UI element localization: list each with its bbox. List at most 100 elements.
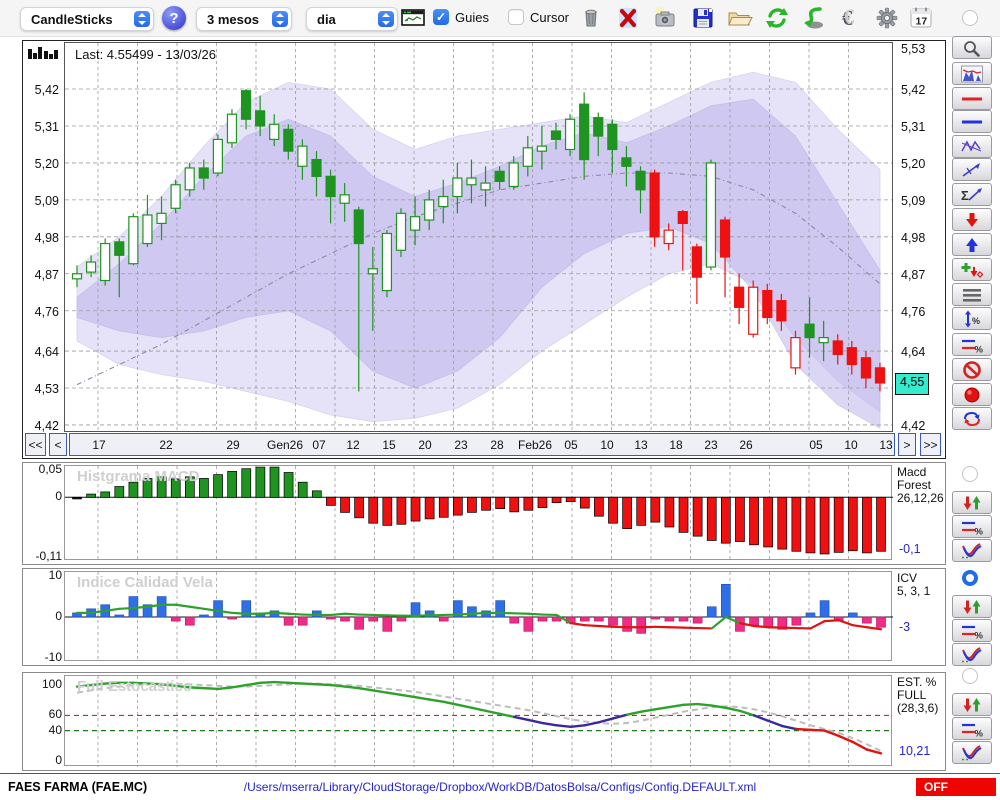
levels-tool-button[interactable]: [952, 283, 992, 306]
cursor-checkbox[interactable]: Cursor: [508, 9, 569, 25]
svg-text:Σ: Σ: [961, 188, 969, 203]
svg-text:%: %: [972, 316, 980, 326]
scroll-fast-left-button[interactable]: <<: [25, 433, 46, 456]
panel-icv-plot[interactable]: Indice Calidad Vela: [64, 571, 893, 662]
icv-curve-display-button[interactable]: [952, 643, 992, 666]
macd-panel: Histgrama MACD 0,05 0 -0,11 Macd Forest 26,12,…: [22, 462, 946, 565]
main-chart-radio[interactable]: [962, 10, 978, 26]
red-green-arrows-icon: [963, 599, 981, 614]
blue-line-icon: [962, 120, 982, 123]
blue-hline-tool-button[interactable]: [952, 110, 992, 133]
select-stepper-icon: [272, 11, 288, 27]
buy-arrow-tool-button[interactable]: [952, 233, 992, 256]
zoom-tool-button[interactable]: [952, 36, 992, 59]
scroll-fast-right-button[interactable]: >>: [920, 433, 941, 456]
snapshot-button[interactable]: [652, 5, 678, 31]
measure-vertical-tool-button[interactable]: %: [952, 307, 992, 330]
clear-tool-button[interactable]: [952, 358, 992, 381]
date-label: 23: [454, 438, 468, 452]
stoch-percent-lines-button[interactable]: %: [952, 717, 992, 740]
sum-trend-tool-button[interactable]: Σ: [952, 183, 992, 206]
refresh-button[interactable]: [764, 5, 790, 31]
icv-panel-radio[interactable]: [962, 570, 978, 586]
indicator-last-value: -3: [899, 620, 911, 635]
zigzag-icon: [961, 139, 982, 152]
indicator-name-label: 26,12,26: [897, 491, 944, 505]
date-label: 23: [704, 438, 718, 452]
panel-macd-plot[interactable]: Histgrama MACD: [64, 465, 893, 561]
measure-percent-tool-button[interactable]: %: [952, 333, 992, 356]
price-tick-label: 5,53: [901, 42, 926, 57]
date-axis[interactable]: 17 22 29 Gen26 07 12 15 20 23 28 Feb26 05 10 13 18 23 26…: [69, 433, 895, 456]
open-button[interactable]: [727, 5, 753, 31]
sell-arrow-tool-button[interactable]: [952, 208, 992, 231]
icv-signal-arrows-button[interactable]: [952, 595, 992, 618]
icv-percent-lines-button[interactable]: %: [952, 619, 992, 642]
lines-percent-icon: %: [962, 625, 983, 640]
guies-checkbox[interactable]: ✓ Guies: [433, 9, 489, 25]
interval-value: dia: [317, 11, 336, 27]
delete-button[interactable]: [615, 5, 641, 31]
candlestick-plot[interactable]: [64, 42, 893, 432]
trash-button[interactable]: [578, 5, 604, 31]
forbidden-icon: [963, 360, 981, 379]
config-path[interactable]: /Users/mserra/Library/CloudStorage/Dropb…: [180, 780, 820, 794]
sigma-trend-icon: Σ: [961, 187, 982, 203]
red-hline-tool-button[interactable]: [952, 87, 992, 110]
curve-icon: [962, 542, 982, 558]
price-tick-label: 4,76: [34, 304, 59, 319]
chart-type-value: CandleSticks: [31, 11, 113, 27]
trendline-tool-button[interactable]: [952, 158, 992, 181]
macd-percent-lines-button[interactable]: %: [952, 515, 992, 538]
save-icon: [693, 8, 713, 28]
period-select[interactable]: 3 mesos: [196, 7, 292, 31]
checkbox-check-icon: ✓: [433, 9, 449, 25]
undo-button[interactable]: [801, 5, 827, 31]
date-label: 05: [564, 438, 578, 452]
settings-button[interactable]: [874, 5, 900, 31]
chart-type-select[interactable]: CandleSticks: [20, 7, 154, 31]
indicator-style-button[interactable]: [952, 62, 992, 85]
select-stepper-icon: [378, 11, 394, 27]
lines-percent-icon: %: [962, 521, 983, 536]
indicator-name-label: 5, 3, 1: [897, 584, 931, 598]
zigzag-tool-button[interactable]: [952, 135, 992, 158]
indicator-name-label: (28,3,6): [897, 701, 939, 715]
scroll-right-button[interactable]: >: [898, 433, 916, 456]
stoch-curve-display-button[interactable]: [952, 741, 992, 764]
date-label: 29: [226, 438, 240, 452]
date-label: 13: [879, 438, 893, 452]
interval-select[interactable]: dia: [306, 7, 398, 31]
chart-window-icon[interactable]: [400, 5, 426, 31]
macd-signal-arrows-button[interactable]: [952, 491, 992, 514]
curve-icon: [962, 744, 982, 760]
period-value: 3 mesos: [207, 11, 260, 27]
panel-stoch-plot[interactable]: Full Estocastico: [64, 675, 893, 767]
add-marker-tool-button[interactable]: [952, 258, 992, 281]
plus-arrow-diamond-icon: [961, 262, 983, 278]
macd-curve-display-button[interactable]: [952, 539, 992, 562]
reload-tool-button[interactable]: [952, 407, 992, 430]
volume-style-icon[interactable]: [27, 45, 59, 63]
save-button[interactable]: [690, 5, 716, 31]
stoch-panel-radio[interactable]: [962, 668, 978, 684]
record-tool-button[interactable]: [952, 383, 992, 406]
price-tick-label: 4,87: [901, 267, 926, 282]
scroll-left-button[interactable]: <: [49, 433, 67, 456]
calendar-button[interactable]: 17: [908, 5, 934, 31]
price-tick-label: 5,42: [901, 83, 926, 98]
off-toggle-button[interactable]: OFF: [916, 778, 996, 796]
lines-percent-icon: %: [962, 723, 983, 738]
toolbar: CandleSticks ? 3 mesos dia ✓ Guies Curso…: [0, 0, 1000, 37]
currency-button[interactable]: € €: [838, 5, 864, 31]
help-button[interactable]: ?: [162, 6, 186, 30]
stochastic-panel: Full Estocastico 100 60 40 0 EST. % FULL (28,3,…: [22, 672, 946, 771]
indicator-tick-label: 40: [48, 722, 62, 737]
date-label: 17: [92, 438, 106, 452]
last-price-label: Last: 4.55499 - 13/03/26: [75, 47, 216, 62]
price-tick-label: 5,20: [34, 156, 59, 171]
stoch-signal-arrows-button[interactable]: [952, 693, 992, 716]
refresh-icon: [766, 8, 788, 28]
macd-panel-radio[interactable]: [962, 466, 978, 482]
cursor-label: Cursor: [530, 9, 570, 25]
